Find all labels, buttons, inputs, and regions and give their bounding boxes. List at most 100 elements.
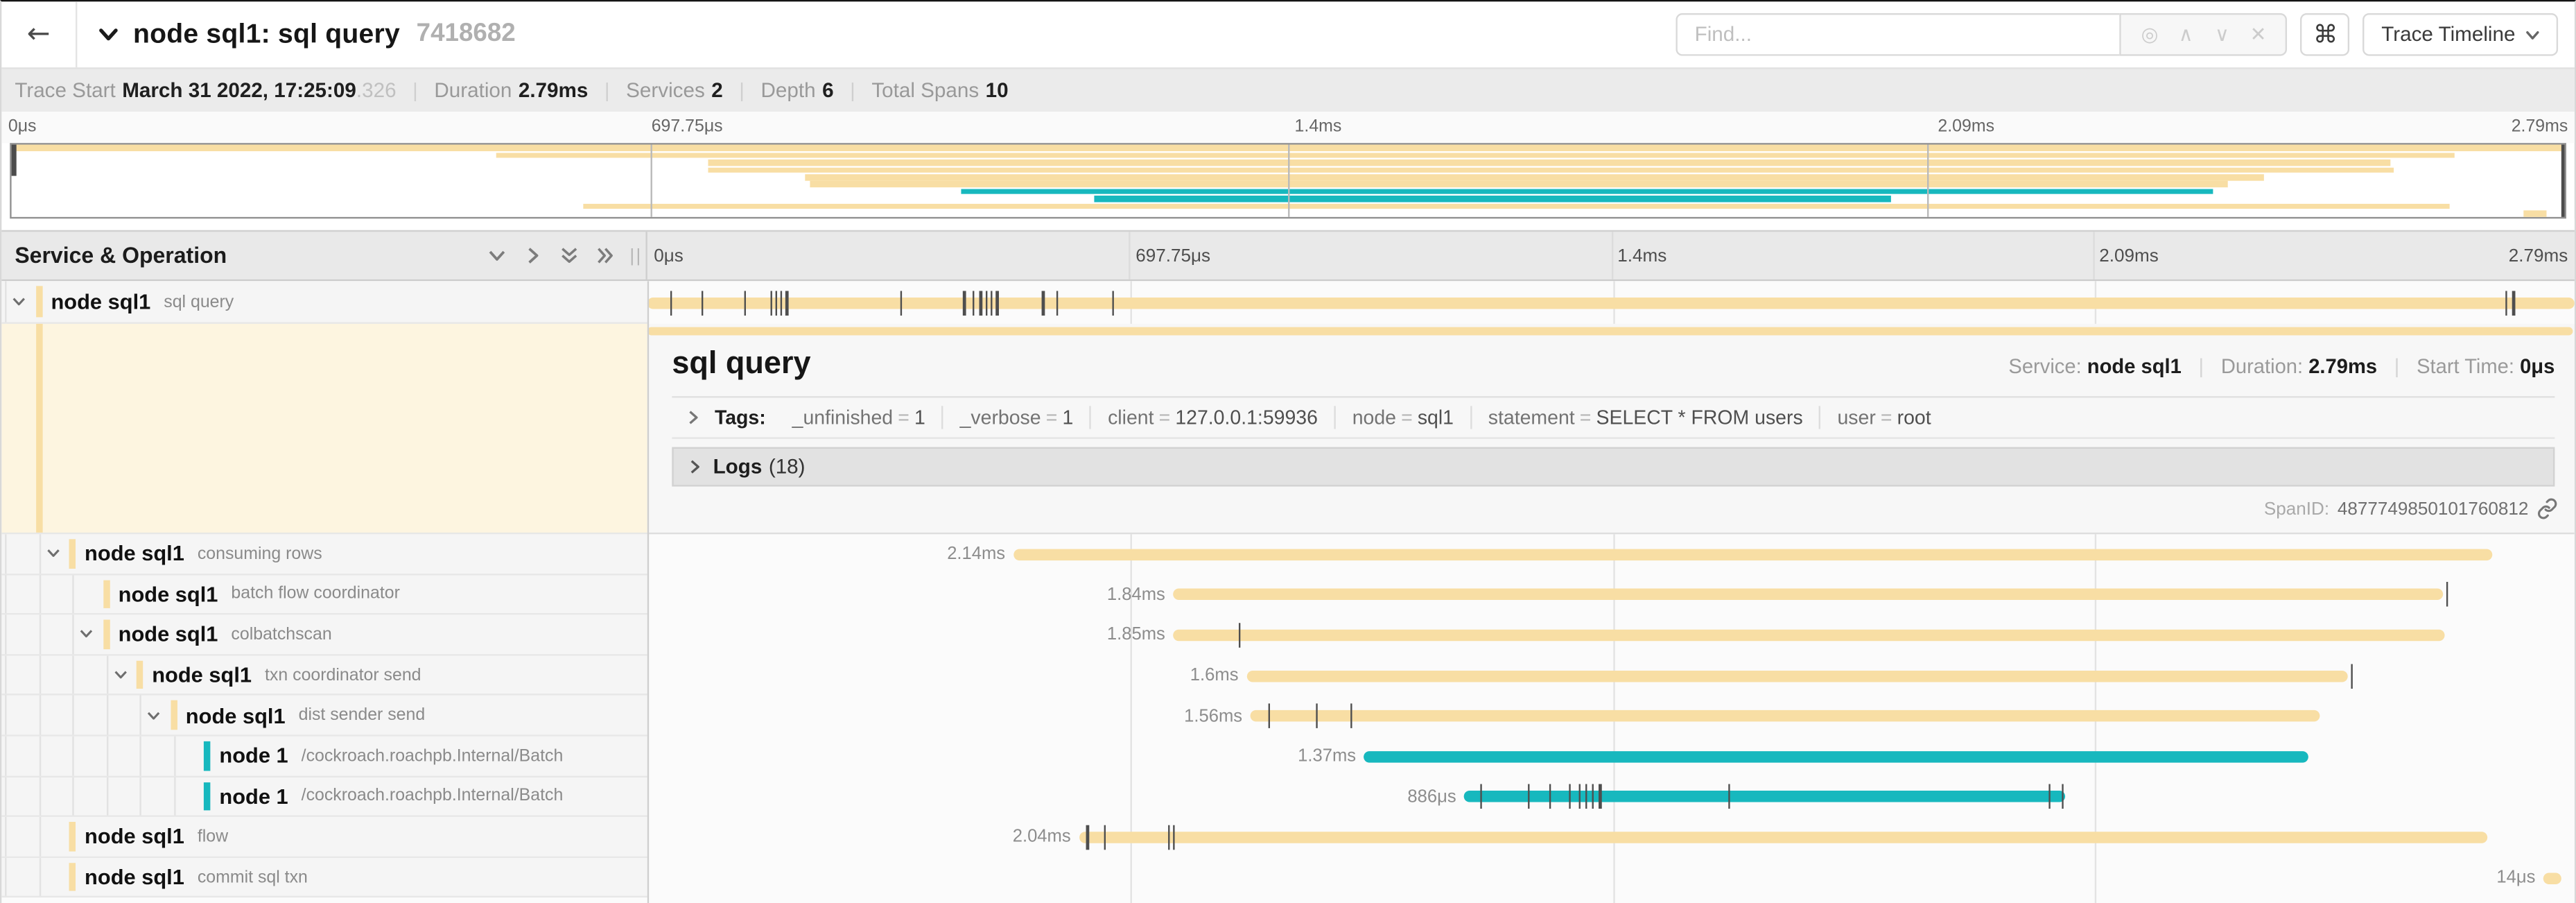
tick-label: 1.4ms — [1295, 117, 1342, 136]
span-duration-label: 886μs — [1407, 787, 1456, 807]
expand-all-icon[interactable] — [595, 245, 616, 266]
chevron-down-icon[interactable] — [10, 293, 28, 311]
minimap-left-scrubber[interactable] — [12, 145, 16, 176]
span-row: node sql1flow2.04ms — [1, 817, 2574, 857]
chevron-down-icon[interactable] — [77, 626, 95, 644]
span-name-cell[interactable]: node sql1commit sql txn — [1, 858, 647, 898]
span-duration-bar[interactable] — [1364, 751, 2308, 763]
log-tick-mark — [1728, 784, 1730, 809]
logs-expander-row[interactable]: Logs (18) — [672, 447, 2555, 487]
tree-guide-line — [39, 655, 40, 694]
span-duration-bar[interactable] — [1464, 791, 2065, 803]
span-bar-cell[interactable]: 886μs — [647, 777, 2575, 817]
find-clear-icon[interactable]: ✕ — [2240, 25, 2276, 44]
tag-key: _verbose — [960, 406, 1041, 429]
timeline-column-header: Service & Operation || 0μs697 — [1, 230, 2574, 281]
log-tick-mark — [1056, 290, 1058, 315]
link-icon[interactable] — [2536, 498, 2558, 519]
span-operation-name: dist sender send — [299, 705, 426, 725]
tag-item[interactable]: _unfinished=1 — [776, 406, 942, 429]
span-duration-bar[interactable] — [1013, 549, 2491, 560]
span-duration-bar[interactable] — [1174, 589, 2444, 601]
span-duration-bar[interactable] — [1251, 710, 2320, 722]
collapse-all-icon[interactable] — [559, 245, 580, 266]
trace-minimap[interactable] — [10, 143, 2566, 218]
span-name-cell[interactable]: node sql1colbatchscan — [1, 615, 647, 655]
span-name-cell[interactable]: node sql1sql query — [1, 281, 647, 324]
span-duration-bar[interactable] — [1246, 670, 2347, 682]
span-detail-title: sql query — [672, 347, 2008, 383]
span-bar-cell[interactable]: 1.56ms — [647, 696, 2575, 736]
span-bar-cell[interactable]: 1.85ms — [647, 615, 2575, 655]
span-duration-bar[interactable] — [647, 297, 2575, 309]
tree-guide-line — [39, 817, 40, 856]
trace-id-short: 7418682 — [417, 19, 516, 49]
minimap-right-scrubber[interactable] — [2561, 145, 2565, 217]
chevron-down-icon[interactable] — [145, 706, 163, 724]
tag-item[interactable]: statement=SELECT * FROM users — [1470, 406, 1820, 429]
span-bar-cell[interactable] — [647, 281, 2575, 324]
chevron-right-icon — [685, 409, 702, 426]
span-name-cell[interactable]: node sql1consuming rows — [1, 534, 647, 574]
find-prev-icon[interactable]: ∧ — [2168, 25, 2204, 44]
tick-label: 2.79ms — [2512, 117, 2568, 136]
log-tick-mark — [1316, 704, 1318, 729]
span-name-cell[interactable]: node sql1batch flow coordinator — [1, 575, 647, 615]
span-name-cell[interactable]: node sql1dist sender send — [1, 696, 647, 736]
span-name-cell[interactable]: node 1/cockroach.roachpb.Internal/Batch — [1, 737, 647, 777]
view-selector-button[interactable]: Trace Timeline — [2363, 13, 2558, 56]
collapse-one-icon[interactable] — [487, 245, 508, 266]
span-color-bar — [137, 660, 143, 689]
span-operation-name: flow — [198, 827, 228, 846]
minimap-span-bar — [2524, 210, 2547, 216]
tag-item[interactable]: client=127.0.0.1:59936 — [1090, 406, 1334, 429]
ruler-gridline — [1611, 232, 1612, 280]
span-bar-cell[interactable]: 2.04ms — [647, 817, 2575, 857]
tag-item[interactable]: node=sql1 — [1334, 406, 1470, 429]
tree-guide-line — [72, 696, 73, 734]
span-duration-bar[interactable] — [1174, 630, 2446, 642]
locate-icon[interactable]: ◎ — [2132, 25, 2168, 44]
span-bar-cell[interactable]: 1.6ms — [647, 655, 2575, 696]
tree-guide-line — [5, 655, 6, 694]
back-button[interactable]: ← — [1, 1, 77, 67]
trace-collapse-icon[interactable] — [97, 23, 120, 46]
span-duration-bar[interactable] — [2543, 872, 2561, 884]
tag-item[interactable]: _verbose=1 — [942, 406, 1090, 429]
span-name-cell[interactable]: node sql1txn coordinator send — [1, 655, 647, 696]
span-operation-name: sql query — [164, 292, 234, 311]
span-bar-cell[interactable]: 1.84ms — [647, 575, 2575, 615]
find-next-icon[interactable]: ∨ — [2204, 25, 2240, 44]
span-duration-bar[interactable] — [1079, 832, 2487, 843]
log-tick-mark — [2062, 784, 2064, 809]
tags-expander-row[interactable]: Tags: _unfinished=1_verbose=1client=127.… — [672, 398, 2555, 439]
expand-one-icon[interactable] — [523, 245, 544, 266]
log-tick-mark — [1528, 784, 1530, 809]
log-tick-mark — [702, 290, 704, 315]
span-bar-cell[interactable]: 14μs — [647, 858, 2575, 898]
column-resizer-handle[interactable]: || — [629, 246, 642, 266]
span-detail-left-gutter — [1, 324, 647, 534]
span-duration-label: 2.14ms — [947, 544, 1005, 564]
tag-key: node — [1352, 406, 1396, 429]
logs-count: (18) — [769, 455, 806, 478]
span-bar-cell[interactable]: 1.37ms — [647, 737, 2575, 777]
tree-guide-line — [5, 817, 6, 856]
span-name-cell[interactable]: node sql1flow — [1, 817, 647, 857]
span-id-label: SpanID: — [2264, 499, 2329, 518]
span-row: node sql1dist sender send1.56ms — [1, 696, 2574, 736]
find-input[interactable] — [1677, 13, 2121, 56]
tree-guide-line — [5, 615, 6, 654]
span-name-cell[interactable]: node 1/cockroach.roachpb.Internal/Batch — [1, 777, 647, 817]
column-divider — [647, 281, 649, 903]
log-tick-mark — [1104, 825, 1106, 850]
tag-item[interactable]: user=root — [1819, 406, 1947, 429]
span-service-name: node sql1 — [85, 865, 184, 890]
keyboard-shortcuts-button[interactable]: ⌘ — [2301, 13, 2350, 56]
span-bar-cell[interactable]: 2.14ms — [647, 534, 2575, 574]
log-tick-mark — [986, 290, 988, 315]
chevron-down-icon[interactable] — [111, 666, 129, 684]
span-detail-meta: Service: node sql1 | Duration: 2.79ms | … — [2008, 355, 2555, 378]
span-duration-label: Duration: — [2221, 355, 2303, 378]
chevron-down-icon[interactable] — [44, 544, 62, 562]
